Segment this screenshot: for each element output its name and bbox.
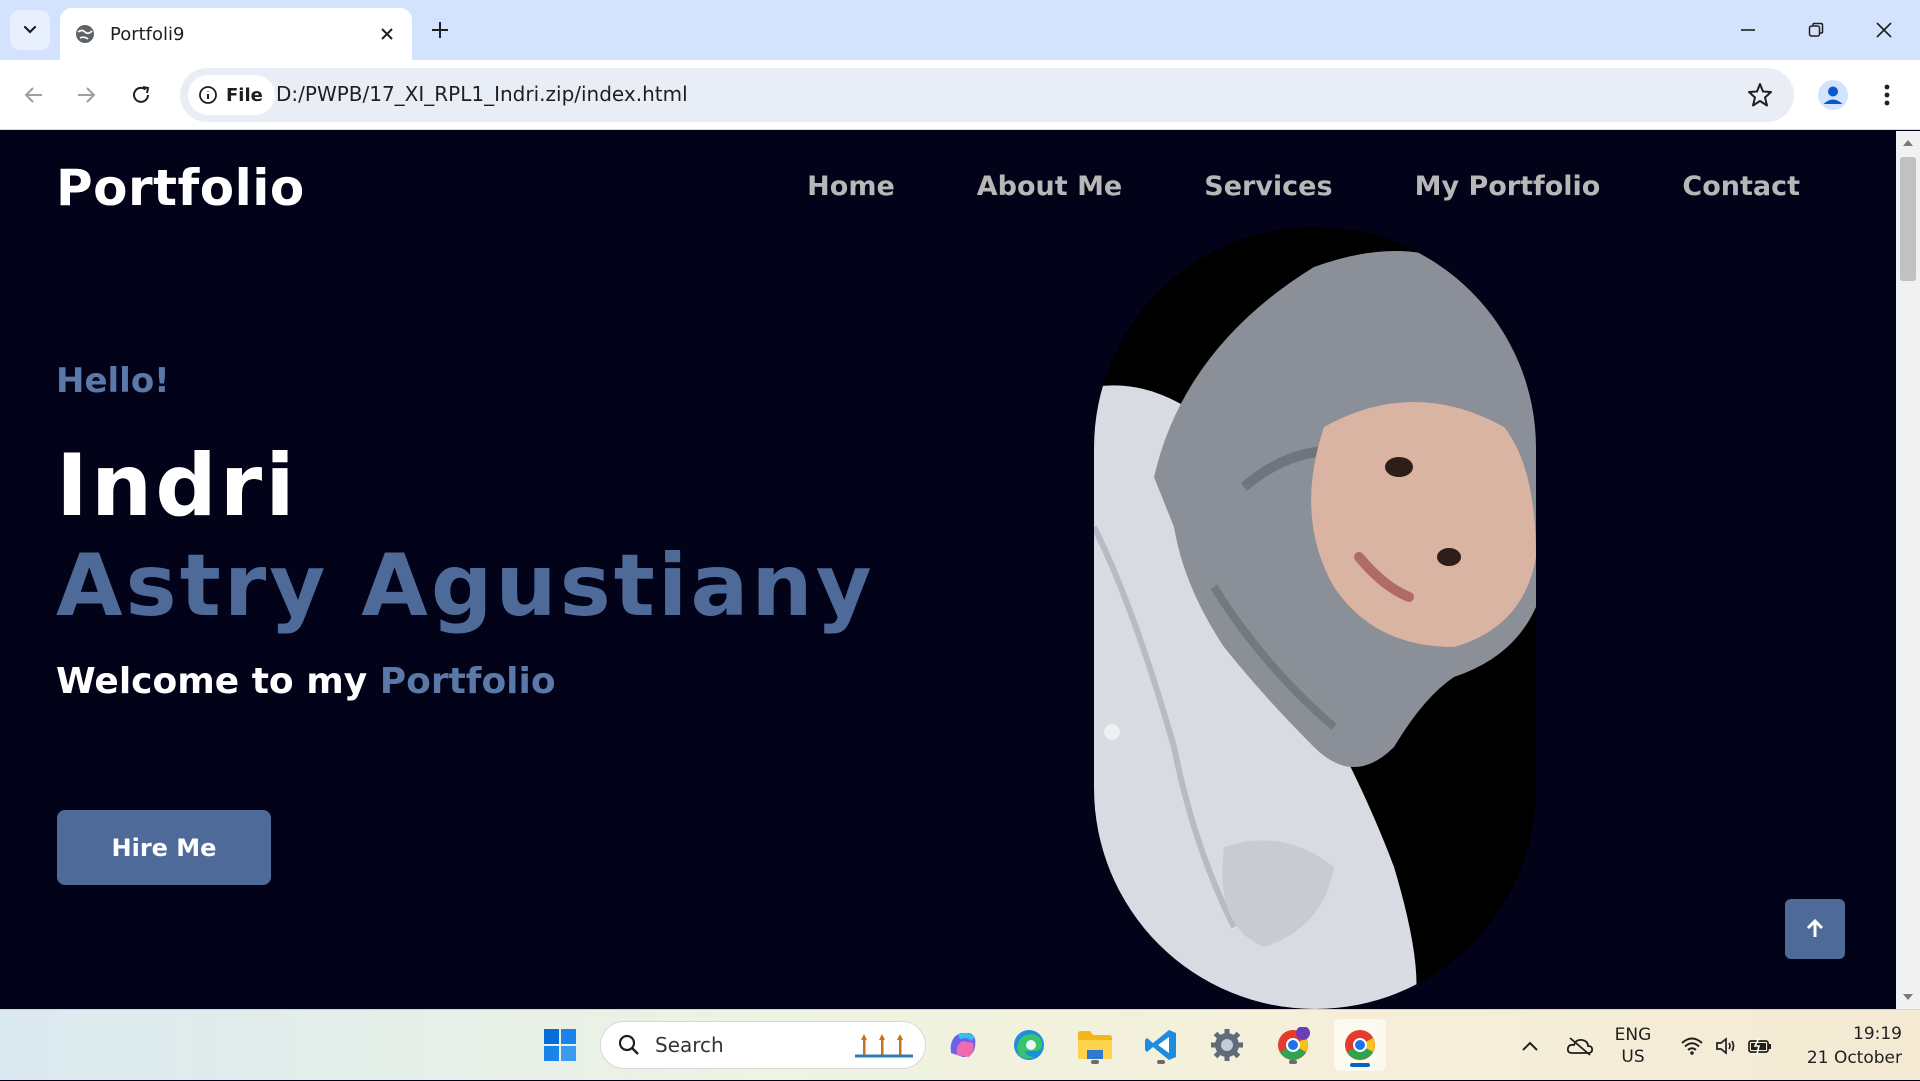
- file-label: File: [226, 84, 263, 106]
- hire-me-button[interactable]: Hire Me: [57, 810, 271, 885]
- close-icon: [1876, 22, 1892, 38]
- edge-app[interactable]: [1006, 1022, 1052, 1068]
- globe-icon: [76, 25, 94, 43]
- nav-my-portfolio[interactable]: My Portfolio: [1415, 171, 1601, 202]
- scroll-up-arrow-icon[interactable]: [1902, 137, 1914, 149]
- chevron-up-icon: [1522, 1041, 1538, 1051]
- arrow-right-icon: [78, 87, 96, 103]
- show-hidden-icons-button[interactable]: [1512, 1010, 1548, 1081]
- profile-photo: [1094, 227, 1536, 1009]
- file-explorer-app[interactable]: [1072, 1022, 1118, 1068]
- site-logo[interactable]: Portfolio: [56, 159, 305, 217]
- restore-icon: [1808, 22, 1824, 37]
- cloud-offline-icon: [1566, 1036, 1594, 1056]
- wifi-icon: [1681, 1037, 1703, 1055]
- address-bar[interactable]: File D:/PWPB/17_XI_RPL1_Indri.zip/index.…: [180, 68, 1794, 122]
- active-indicator: [1350, 1063, 1370, 1067]
- profile-button[interactable]: [1814, 76, 1852, 114]
- nav-services[interactable]: Services: [1204, 171, 1332, 202]
- copilot-app[interactable]: [940, 1022, 986, 1068]
- page-scrollbar[interactable]: [1896, 131, 1920, 1009]
- chrome-icon: [1278, 1027, 1310, 1060]
- tab-title: Portfoli9: [110, 23, 185, 45]
- speaker-icon: [1716, 1036, 1735, 1055]
- welcome-prefix: Welcome to my: [56, 661, 380, 702]
- onedrive-tray[interactable]: [1562, 1010, 1598, 1081]
- close-window-button[interactable]: [1852, 6, 1916, 54]
- nav-about-me[interactable]: About Me: [977, 171, 1122, 202]
- clock-time: 19:19: [1853, 1024, 1902, 1044]
- minimize-icon: [1741, 29, 1755, 31]
- battery-charging-icon: [1748, 1037, 1771, 1054]
- input-language-indicator[interactable]: ENG US: [1608, 1024, 1658, 1068]
- close-tab-icon[interactable]: [376, 23, 398, 45]
- vscode-app[interactable]: [1138, 1022, 1184, 1068]
- taskbar: Search ENG US 19:19 21 October: [0, 1009, 1920, 1080]
- reload-button[interactable]: [121, 75, 161, 115]
- minimize-button[interactable]: [1716, 6, 1780, 54]
- reload-icon: [133, 86, 150, 103]
- settings-app[interactable]: [1204, 1022, 1250, 1068]
- vscode-icon: [1145, 1030, 1176, 1060]
- running-indicator: [1157, 1060, 1165, 1064]
- site-info-chip[interactable]: File: [188, 75, 275, 115]
- back-to-top-button[interactable]: [1785, 899, 1845, 959]
- search-highlight-icon: [855, 1034, 913, 1058]
- volume-status[interactable]: [1710, 1010, 1742, 1081]
- scroll-down-arrow-icon[interactable]: [1902, 991, 1914, 1003]
- active-tab[interactable]: Portfoli9: [60, 8, 412, 60]
- search-label: Search: [655, 1033, 724, 1057]
- browser-tab-strip: Portfoli9: [0, 0, 1920, 60]
- browser-menu-button[interactable]: [1868, 76, 1906, 114]
- avatar-icon: [1818, 80, 1848, 110]
- lang-code: ENG: [1614, 1025, 1652, 1045]
- last-name-heading: Astry Agustiany: [56, 536, 875, 636]
- new-tab-button[interactable]: [422, 12, 458, 48]
- search-icon: [618, 1034, 639, 1055]
- windows-logo-icon: [544, 1029, 576, 1061]
- copilot-icon: [950, 1032, 976, 1057]
- chrome-icon: [1345, 1030, 1375, 1060]
- back-button[interactable]: [14, 75, 54, 115]
- nav-home[interactable]: Home: [807, 171, 895, 202]
- taskbar-search-box[interactable]: Search: [600, 1021, 926, 1069]
- chrome-profile-app[interactable]: [1270, 1022, 1316, 1068]
- chrome-app-active[interactable]: [1334, 1019, 1386, 1071]
- welcome-text: Welcome to my Portfolio: [56, 661, 556, 702]
- edge-icon: [1014, 1030, 1044, 1060]
- start-button[interactable]: [537, 1022, 583, 1068]
- forward-button[interactable]: [66, 75, 106, 115]
- wifi-status[interactable]: [1676, 1010, 1708, 1081]
- arrow-left-icon: [24, 87, 42, 103]
- clock-date: 21 October: [1806, 1048, 1902, 1068]
- url-text[interactable]: D:/PWPB/17_XI_RPL1_Indri.zip/index.html: [276, 82, 688, 106]
- folder-icon: [1078, 1031, 1112, 1059]
- lang-region: US: [1621, 1047, 1645, 1067]
- tab-search-button[interactable]: [10, 10, 50, 50]
- first-name-heading: Indri: [56, 436, 298, 536]
- nav-contact[interactable]: Contact: [1682, 171, 1800, 202]
- more-vertical-icon: [1884, 84, 1890, 106]
- hello-greeting: Hello!: [56, 361, 170, 401]
- taskbar-clock[interactable]: 19:19 21 October: [1782, 1022, 1902, 1070]
- portrait-illustration: [1094, 227, 1536, 1009]
- plus-icon: [432, 22, 448, 38]
- arrow-up-icon: [1806, 918, 1824, 937]
- gear-icon: [1211, 1029, 1243, 1061]
- portfolio-page: Portfolio Home About Me Services My Port…: [0, 131, 1896, 1009]
- running-indicator: [1091, 1060, 1099, 1064]
- welcome-accent: Portfolio: [379, 661, 556, 702]
- bookmark-star-icon[interactable]: [1746, 81, 1774, 109]
- scrollbar-thumb[interactable]: [1900, 157, 1916, 281]
- restore-button[interactable]: [1784, 6, 1848, 54]
- browser-toolbar: File D:/PWPB/17_XI_RPL1_Indri.zip/index.…: [0, 60, 1920, 130]
- chevron-down-icon: [23, 25, 37, 34]
- battery-status[interactable]: [1744, 1010, 1776, 1081]
- main-nav: Home About Me Services My Portfolio Cont…: [807, 171, 1800, 202]
- info-icon: [199, 86, 217, 104]
- running-indicator: [1289, 1060, 1297, 1064]
